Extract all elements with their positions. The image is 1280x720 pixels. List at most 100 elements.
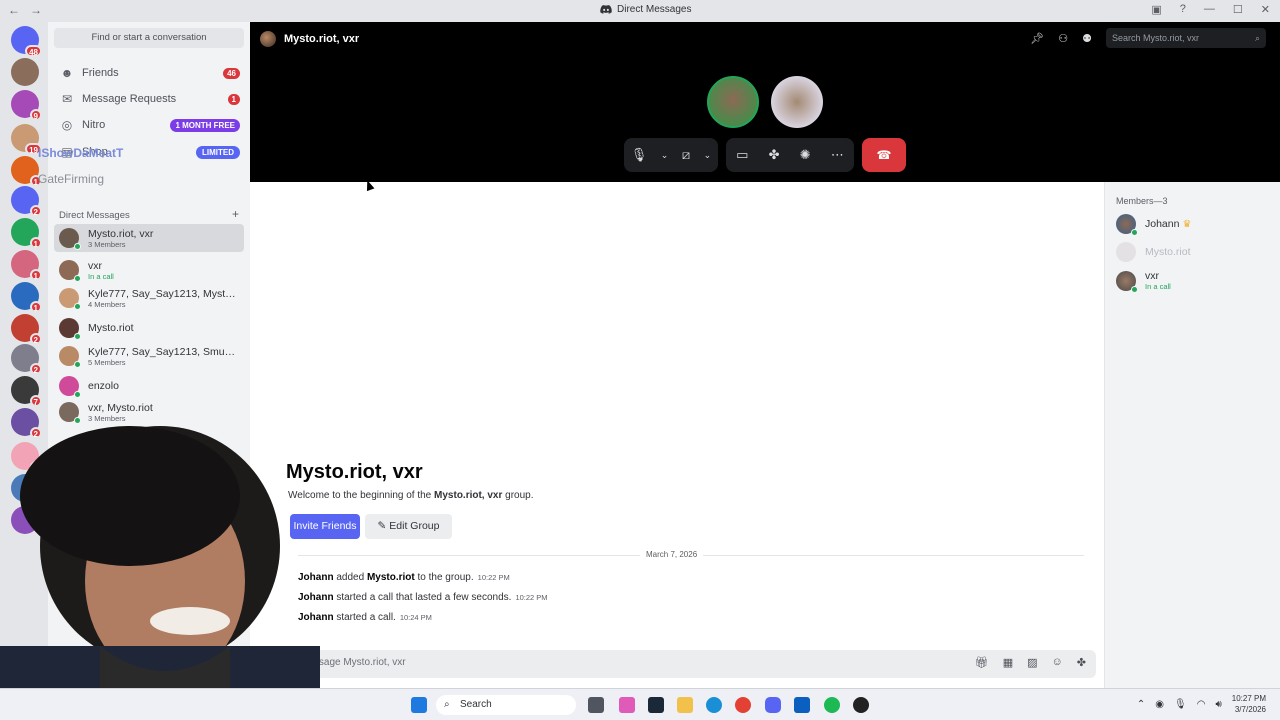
create-dm-icon[interactable]: + xyxy=(232,207,239,221)
soundboard-icon[interactable]: ✺ xyxy=(800,147,811,163)
emoji-icon[interactable]: ☺ xyxy=(1052,656,1063,669)
call-actions: ▭ ✤ ✺ ⋯ xyxy=(726,138,854,172)
file-explorer-icon[interactable] xyxy=(677,697,693,713)
participant-avatar[interactable] xyxy=(771,76,823,128)
server-icon[interactable]: 2 xyxy=(11,186,42,217)
crown-icon: ♛ xyxy=(1182,218,1192,230)
taskbar-search[interactable]: ⌕ Search xyxy=(436,695,576,715)
pin-icon[interactable]: 📌︎ xyxy=(1030,32,1044,45)
server-mention-badge: 2 xyxy=(29,205,42,217)
camera-off-icon[interactable]: ⧄ xyxy=(682,147,690,163)
chrome-icon[interactable] xyxy=(735,697,751,713)
member-list-icon[interactable]: ⚉ xyxy=(1082,32,1092,45)
message-text: added xyxy=(333,572,367,583)
sidebar-item-nitro[interactable]: ◎ Nitro 1 MONTH FREE xyxy=(54,112,244,138)
task-view-icon[interactable] xyxy=(588,697,604,713)
header-toolbar: 📌︎ ⚇ ⚉ Search Mysto.riot, vxr ⌕ xyxy=(1030,28,1266,48)
nitro-icon: ◎ xyxy=(61,118,73,132)
discord-logo-icon xyxy=(600,5,612,14)
more-options-icon[interactable]: ⋯ xyxy=(831,147,844,163)
apps-icon[interactable]: ✤ xyxy=(1077,656,1086,669)
member-item[interactable]: vxr In a call xyxy=(1116,270,1171,293)
close-icon[interactable]: ✕ xyxy=(1261,3,1270,16)
server-icon[interactable]: 1 xyxy=(11,250,42,281)
participant-avatar[interactable] xyxy=(707,76,759,128)
steam-icon[interactable] xyxy=(648,697,664,713)
server-icon[interactable]: 48 xyxy=(11,26,42,57)
dm-item[interactable]: Mysto.riot xyxy=(54,314,244,342)
inbox-icon[interactable]: ▣ xyxy=(1151,3,1161,16)
server-icon[interactable] xyxy=(11,58,39,86)
inbox-icon: ✉ xyxy=(61,92,73,106)
channel-header: Mysto.riot, vxr xyxy=(260,31,359,47)
forward-arrow-icon[interactable]: → xyxy=(30,3,42,17)
find-conversation-button[interactable]: Find or start a conversation xyxy=(54,28,244,48)
activities-icon[interactable]: ✤ xyxy=(769,147,780,163)
member-item[interactable]: Mysto.riot xyxy=(1116,242,1191,262)
server-mention-badge: 1 xyxy=(29,301,42,313)
network-icon[interactable]: ◉ xyxy=(1155,699,1164,710)
server-icon[interactable]: 2 xyxy=(11,314,42,345)
server-icon[interactable]: 1 xyxy=(11,282,42,313)
search-placeholder: Search Mysto.riot, vxr xyxy=(1112,33,1200,43)
sidebar-item-message-requests[interactable]: ✉ Message Requests 1 xyxy=(54,86,244,112)
edit-group-label: Edit Group xyxy=(389,520,440,532)
member-text: vxr In a call xyxy=(1145,270,1171,291)
add-friends-to-dm-icon[interactable]: ⚇ xyxy=(1058,32,1068,45)
copilot-icon[interactable] xyxy=(619,697,635,713)
message-mention[interactable]: Mysto.riot xyxy=(367,572,415,583)
dm-subtitle: 3 Members xyxy=(88,239,126,249)
dm-item[interactable]: Kyle777, Say_Say1213, Mysto.riot 4 Member… xyxy=(54,284,244,312)
gift-icon[interactable]: 🎁︎ xyxy=(975,656,989,669)
chevron-down-icon[interactable]: ⌄ xyxy=(704,150,712,161)
edge-icon[interactable] xyxy=(706,697,722,713)
avatar xyxy=(59,318,81,340)
edit-group-button[interactable]: ✎ Edit Group xyxy=(365,514,452,539)
sticker-icon[interactable]: ▨ xyxy=(1027,656,1037,669)
dm-name: vxr xyxy=(88,259,102,272)
server-icon[interactable]: 19 xyxy=(11,124,42,155)
clock[interactable]: 10:27 PM 3/7/2026 xyxy=(1232,693,1266,715)
volume-icon[interactable]: 🔊︎ xyxy=(1215,699,1221,710)
channel-search-input[interactable]: Search Mysto.riot, vxr ⌕ xyxy=(1106,28,1266,48)
avatar xyxy=(59,228,81,250)
obs-icon[interactable] xyxy=(853,697,869,713)
discord-icon[interactable] xyxy=(765,697,781,713)
disconnect-button[interactable]: ☎︎ xyxy=(862,138,906,172)
help-icon[interactable]: ? xyxy=(1180,3,1186,16)
message-timestamp: 10:22 PM xyxy=(477,573,510,582)
server-icon[interactable]: 9 xyxy=(11,90,42,121)
dm-item[interactable]: vxr In a call xyxy=(54,256,244,284)
dm-item[interactable]: Kyle777, Say_Say1213, SmugFly, ...5 Memb… xyxy=(54,342,244,370)
dm-item[interactable]: Mysto.riot, vxr 3 Members xyxy=(54,224,244,252)
maximize-icon[interactable]: ☐ xyxy=(1233,3,1243,16)
back-arrow-icon[interactable]: ← xyxy=(8,3,20,17)
member-item[interactable]: Johann ♛ xyxy=(1116,214,1192,236)
sidebar-item-friends[interactable]: ☻ Friends 46 xyxy=(54,60,244,86)
minimize-icon[interactable]: — xyxy=(1204,3,1215,16)
wifi-icon[interactable]: ◠ xyxy=(1197,699,1206,710)
dm-text: Mysto.riot xyxy=(88,322,238,334)
chevron-down-icon[interactable]: ⌄ xyxy=(661,150,669,161)
member-list-header: Members—3 xyxy=(1116,196,1168,206)
spotify-icon[interactable] xyxy=(824,697,840,713)
server-mention-badge: 9 xyxy=(29,109,42,121)
server-icon[interactable]: 1 xyxy=(11,218,42,249)
screen-share-icon[interactable]: ▭ xyxy=(736,147,748,163)
microphone-icon[interactable]: 🎙︎ xyxy=(631,147,648,163)
server-mention-badge: 1 xyxy=(29,269,42,281)
message-composer[interactable]: Message Mysto.riot, vxr 🎁︎ ▦ ▨ ☺ ✤ xyxy=(290,650,1096,678)
microphone-icon[interactable]: 🎙︎ xyxy=(1174,699,1187,710)
dm-subtitle: 5 Members xyxy=(88,357,126,367)
friends-badge: 46 xyxy=(223,67,240,79)
stream-overlay-username: IShowDaMeatT xyxy=(38,146,124,160)
dm-header-label: Direct Messages xyxy=(59,210,130,221)
start-menu-icon[interactable] xyxy=(411,697,427,713)
server-icon[interactable]: 2 xyxy=(11,344,42,375)
system-message: Johann started a call that lasted a few … xyxy=(298,592,548,603)
server-icon[interactable]: 1 xyxy=(11,156,42,187)
dm-text: Kyle777, Say_Say1213, SmugFly, ...5 Memb… xyxy=(88,346,238,367)
gif-icon[interactable]: ▦ xyxy=(1003,656,1013,669)
store-icon[interactable] xyxy=(794,697,810,713)
chevron-up-icon[interactable]: ⌃ xyxy=(1137,699,1145,710)
